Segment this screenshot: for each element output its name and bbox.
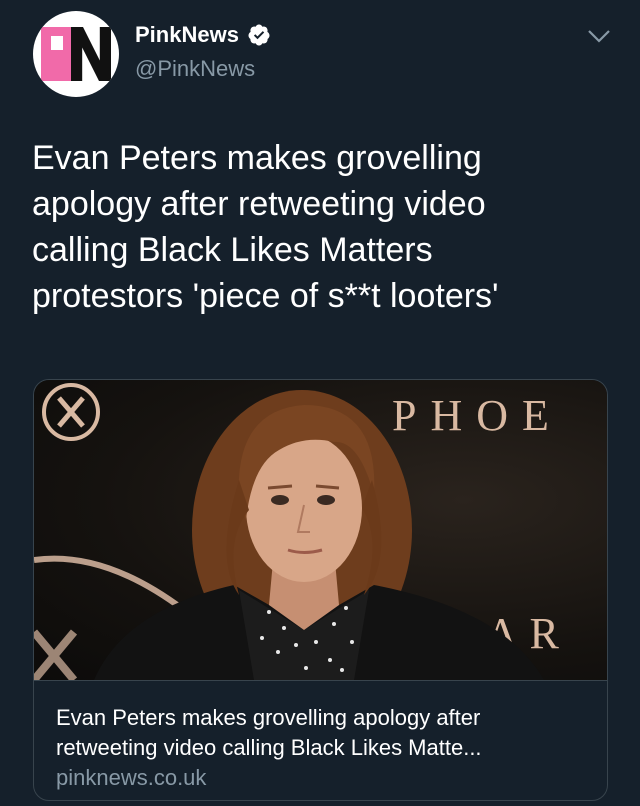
tweet-text-line: protestors 'piece of s**t looters' xyxy=(32,277,499,315)
link-card[interactable]: PHOE DAR Evan Peters makes grovelling ap… xyxy=(33,379,608,801)
card-title-line: retweeting video calling Black Likes Mat… xyxy=(56,735,482,760)
tweet-text-line: calling Black Likes Matters xyxy=(32,231,433,269)
logo-n-shape xyxy=(71,27,111,81)
avatar[interactable] xyxy=(33,11,119,97)
handle[interactable]: @PinkNews xyxy=(135,56,255,82)
card-domain: pinknews.co.uk xyxy=(56,765,207,790)
tweet-text: Evan Peters makes grovelling apology aft… xyxy=(32,135,612,319)
tweet-text-line: Evan Peters makes grovelling xyxy=(32,139,482,177)
card-info[interactable]: Evan Peters makes grovelling apology aft… xyxy=(34,680,607,800)
verified-badge-icon xyxy=(248,24,270,46)
name-row: PinkNews xyxy=(135,22,271,48)
tweet-text-line: apology after retweeting video xyxy=(32,185,486,223)
card-image[interactable]: PHOE DAR xyxy=(34,380,607,680)
tweet: PinkNews @PinkNews Evan Peters makes gro… xyxy=(0,0,640,806)
portrait-photo xyxy=(34,390,544,680)
card-title-line: Evan Peters makes grovelling apology aft… xyxy=(56,705,481,730)
display-name[interactable]: PinkNews xyxy=(135,22,239,48)
chevron-down-icon[interactable] xyxy=(585,26,613,46)
